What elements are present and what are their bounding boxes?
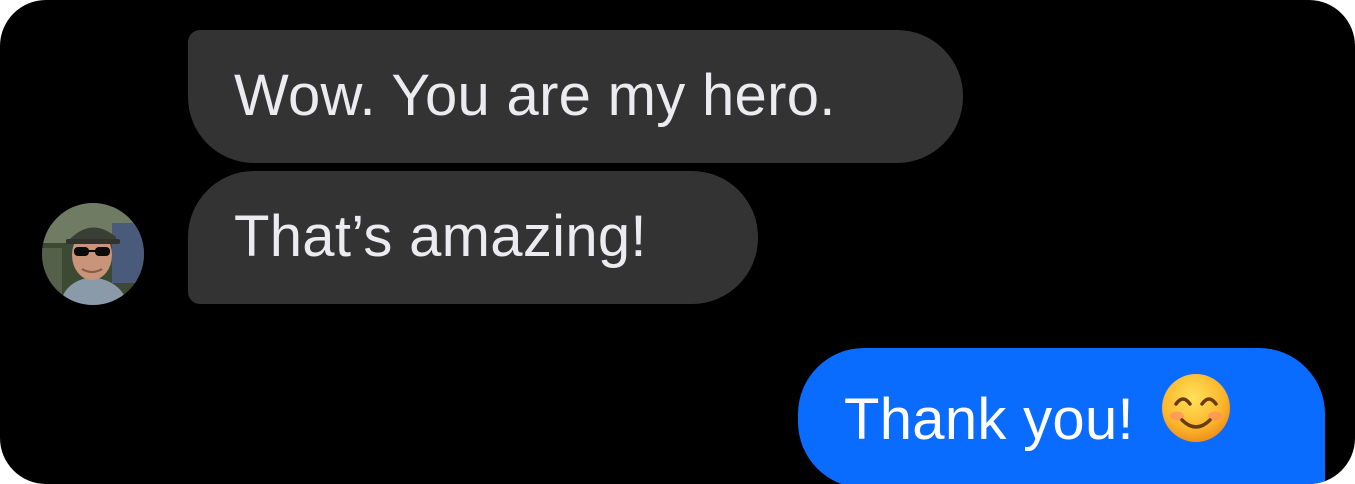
incoming-message-bubble[interactable]: That’s amazing! <box>188 171 758 304</box>
incoming-message-bubble[interactable]: Wow. You are my hero. <box>188 30 963 163</box>
outgoing-message-bubble[interactable]: Thank you! <box>798 348 1325 484</box>
message-text: Wow. You are my hero. <box>234 63 836 128</box>
smiling-face-with-smiling-eyes-icon <box>1160 372 1232 457</box>
avatar[interactable] <box>42 203 144 305</box>
user-avatar-photo <box>42 203 144 305</box>
message-text: Thank you! <box>844 386 1134 452</box>
message-thread: Wow. You are my hero. That’s amazing! Th… <box>0 0 1355 484</box>
message-text: That’s amazing! <box>234 204 647 269</box>
